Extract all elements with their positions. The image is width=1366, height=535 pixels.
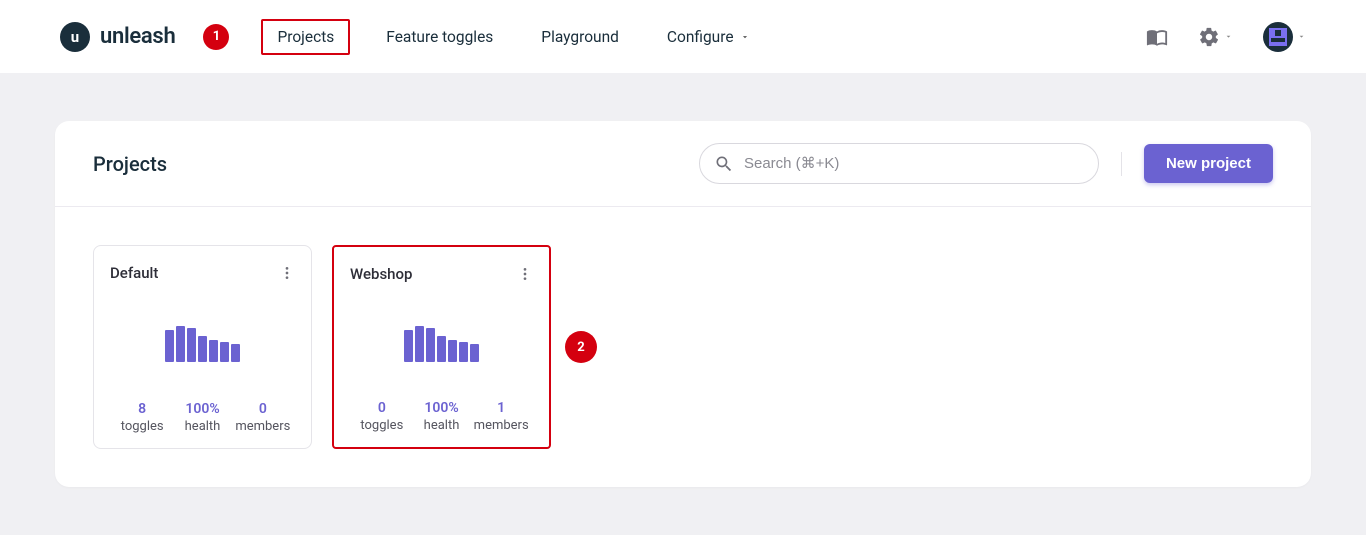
stat-members: 1 members (471, 400, 531, 433)
stat-label: toggles (352, 418, 412, 433)
stat-value: 0 (352, 400, 412, 416)
separator (1121, 152, 1122, 176)
logo-mark: u (60, 22, 90, 52)
nav-feature-toggles[interactable]: Feature toggles (374, 21, 505, 53)
chart-bar (470, 344, 479, 362)
nav-playground[interactable]: Playground (529, 21, 631, 53)
card-stats: 8 toggles 100% health 0 members (110, 401, 295, 434)
chart-bar (459, 342, 468, 362)
activity-chart (110, 322, 295, 362)
book-icon (1146, 26, 1168, 48)
page-title: Projects (93, 152, 167, 176)
main-nav: Projects Feature toggles Playground Conf… (261, 19, 761, 55)
avatar (1263, 22, 1293, 52)
topbar-right (1146, 22, 1306, 52)
stat-value: 100% (412, 400, 472, 416)
stat-value: 0 (233, 401, 293, 417)
chart-bar (437, 336, 446, 362)
page-body: Projects New project Default 8 (0, 73, 1366, 535)
panel-header-actions: New project (699, 143, 1273, 184)
project-cards: Default 8 toggles 100% health 0 mem (55, 207, 1311, 487)
stat-label: toggles (112, 419, 172, 434)
chevron-down-icon (1297, 32, 1306, 41)
stat-value: 1 (471, 400, 531, 416)
stat-value: 8 (112, 401, 172, 417)
annotation-badge-1: 1 (203, 24, 229, 50)
stat-health: 100% health (172, 401, 232, 434)
logo-text: unleash (100, 24, 175, 49)
stat-label: health (172, 419, 232, 434)
chart-bar (404, 330, 413, 362)
stat-members: 0 members (233, 401, 293, 434)
chart-bar (426, 328, 435, 362)
chart-bar (198, 336, 207, 362)
card-header: Webshop (350, 265, 533, 283)
card-header: Default (110, 264, 295, 282)
chart-bar (220, 342, 229, 362)
card-title: Default (110, 264, 158, 282)
project-card-webshop[interactable]: Webshop 0 toggles 100% health (332, 245, 551, 449)
chart-bar (165, 330, 174, 362)
chart-bar (176, 326, 185, 362)
more-vertical-icon[interactable] (279, 265, 295, 281)
chart-bar (448, 340, 457, 362)
search-field[interactable] (699, 143, 1099, 184)
profile-button[interactable] (1263, 22, 1306, 52)
card-stats: 0 toggles 100% health 1 members (350, 400, 533, 433)
stat-toggles: 0 toggles (352, 400, 412, 433)
stat-label: members (471, 418, 531, 433)
project-card-wrap-webshop: Webshop 0 toggles 100% health (332, 245, 597, 449)
search-icon (714, 154, 734, 174)
topbar-left: u unleash 1 Projects Feature toggles Pla… (60, 19, 762, 55)
settings-button[interactable] (1198, 26, 1233, 48)
chart-bar (209, 340, 218, 362)
stat-label: members (233, 419, 293, 434)
chart-bar (231, 344, 240, 362)
nav-configure[interactable]: Configure (655, 21, 762, 53)
annotation-badge-2: 2 (565, 331, 597, 363)
stat-label: health (412, 418, 472, 433)
stat-value: 100% (172, 401, 232, 417)
activity-chart (350, 322, 533, 362)
search-input[interactable] (744, 155, 1084, 172)
card-title: Webshop (350, 265, 412, 283)
stat-health: 100% health (412, 400, 472, 433)
topbar: u unleash 1 Projects Feature toggles Pla… (0, 0, 1366, 73)
project-card-default[interactable]: Default 8 toggles 100% health 0 mem (93, 245, 312, 449)
logo[interactable]: u unleash (60, 22, 175, 52)
chart-bar (415, 326, 424, 362)
panel-header: Projects New project (55, 121, 1311, 207)
nav-projects[interactable]: Projects (261, 19, 350, 55)
docs-button[interactable] (1146, 26, 1168, 48)
more-vertical-icon[interactable] (517, 266, 533, 282)
nav-configure-label: Configure (667, 28, 734, 46)
chevron-down-icon (1224, 32, 1233, 41)
chevron-down-icon (740, 32, 750, 42)
new-project-button[interactable]: New project (1144, 144, 1273, 183)
gear-icon (1198, 26, 1220, 48)
stat-toggles: 8 toggles (112, 401, 172, 434)
chart-bar (187, 328, 196, 362)
projects-panel: Projects New project Default 8 (55, 121, 1311, 487)
